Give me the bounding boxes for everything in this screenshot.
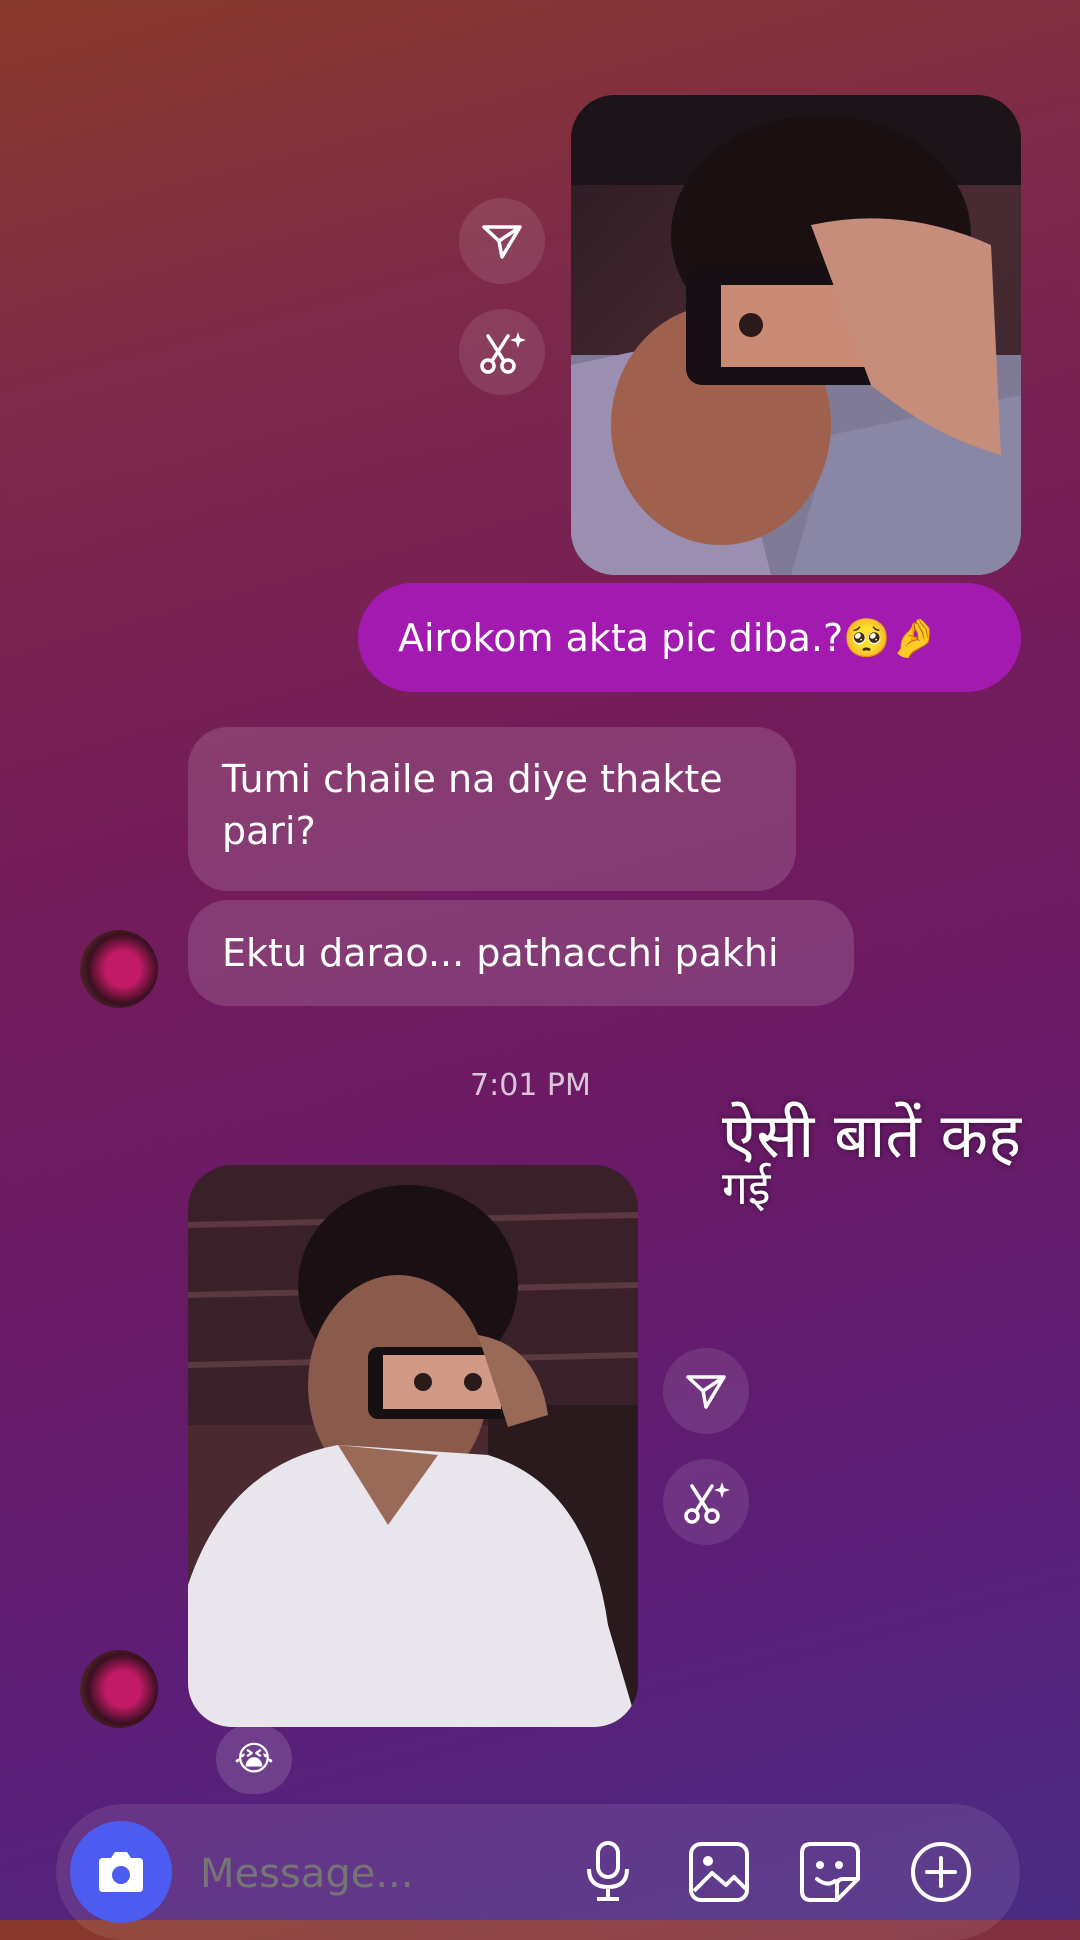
scissors-sparkle-icon	[480, 332, 526, 374]
message-reaction[interactable]: 😭	[216, 1724, 292, 1794]
outgoing-message-bubble[interactable]: Airokom akta pic diba.?🥺🤌	[358, 583, 1021, 692]
sent-photo-image	[571, 95, 1021, 575]
remix-button[interactable]	[459, 309, 545, 395]
camera-icon	[99, 1852, 143, 1892]
camera-button[interactable]	[70, 1821, 172, 1923]
video-caption-line-2: गई	[722, 1161, 771, 1215]
gallery-icon	[689, 1842, 749, 1902]
avatar[interactable]	[80, 1650, 158, 1728]
sticker-button[interactable]	[798, 1840, 862, 1904]
incoming-message-text: Tumi chaile na diye thakte pari?	[222, 757, 723, 853]
avatar[interactable]	[80, 930, 158, 1008]
remix-button[interactable]	[663, 1459, 749, 1545]
microphone-icon	[587, 1841, 629, 1901]
message-timestamp: 7:01 PM	[470, 1068, 591, 1103]
gallery-button[interactable]	[687, 1840, 751, 1904]
share-icon	[686, 1375, 726, 1409]
share-button[interactable]	[459, 198, 545, 284]
plus-icon	[911, 1842, 971, 1902]
scissors-sparkle-icon	[684, 1482, 730, 1524]
received-photo-image	[188, 1165, 638, 1727]
sent-photo[interactable]	[571, 95, 1021, 575]
sticker-icon	[800, 1842, 860, 1902]
share-icon	[482, 225, 522, 259]
incoming-message-bubble[interactable]: Tumi chaile na diye thakte pari?	[188, 727, 796, 891]
share-button[interactable]	[663, 1348, 749, 1434]
outgoing-message-text: Airokom akta pic diba.?🥺🤌	[398, 615, 938, 660]
received-photo[interactable]	[188, 1165, 638, 1727]
reaction-emoji: 😭	[234, 1739, 274, 1779]
video-caption-line-1: ऐसी बातें कह	[722, 1099, 1022, 1172]
plus-button[interactable]	[909, 1840, 973, 1904]
microphone-button[interactable]	[576, 1840, 640, 1904]
message-input[interactable]	[198, 1838, 562, 1910]
incoming-message-text: Ektu darao... pathacchi pakhi	[222, 931, 779, 975]
incoming-message-bubble[interactable]: Ektu darao... pathacchi pakhi	[188, 900, 854, 1006]
